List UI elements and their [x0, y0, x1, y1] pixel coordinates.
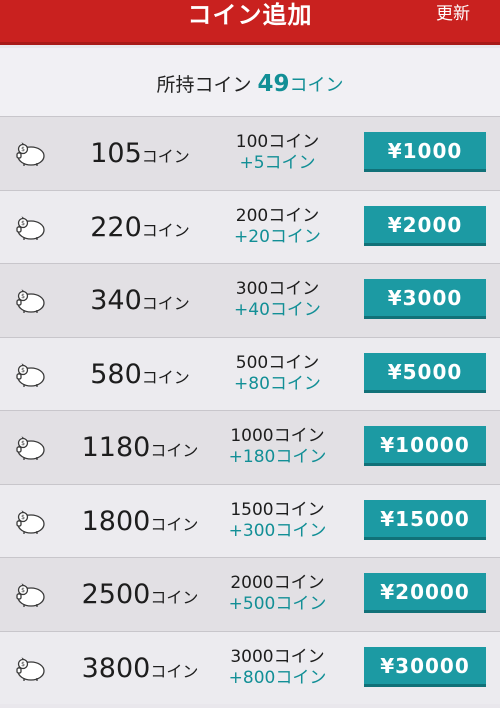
package-base: 500コイン — [235, 352, 320, 373]
svg-text:$: $ — [21, 367, 25, 374]
package-coin-unit: コイン — [150, 588, 199, 607]
package-coin-unit: コイン — [141, 220, 190, 240]
package-coins: 105コイン — [70, 117, 210, 190]
svg-text:$: $ — [21, 440, 25, 447]
package-coins: 1180コイン — [70, 411, 210, 484]
balance-unit: コイン — [289, 75, 344, 96]
piggy-bank-icon: $ — [12, 433, 48, 463]
package-base: 1500コイン — [230, 499, 325, 520]
buy-button[interactable]: ¥20000 — [364, 573, 486, 613]
piggy-bank-icon: $ — [12, 139, 48, 169]
package-breakdown: 1000コイン +180コイン — [205, 426, 350, 468]
package-row: $ 220コイン 200コイン +20コイン ¥2000 — [0, 189, 500, 264]
package-coin-count: 3800 — [81, 652, 151, 684]
buy-button[interactable]: ¥5000 — [364, 352, 486, 393]
package-coin-count: 1180 — [81, 432, 151, 463]
refresh-button[interactable]: 更新 — [436, 2, 470, 26]
package-row: $ 1180コイン 1000コイン +180コイン ¥10000 — [0, 410, 500, 484]
package-coin-unit: コイン — [141, 367, 190, 387]
buy-button[interactable]: ¥15000 — [364, 499, 486, 540]
piggy-bank-icon: $ — [12, 360, 48, 390]
buy-button[interactable]: ¥2000 — [364, 205, 486, 246]
coin-package-list: $ 105コイン 100コイン +5コイン ¥1000 $ 220コイン 200… — [0, 116, 500, 704]
buy-button[interactable]: ¥3000 — [364, 279, 486, 319]
package-bonus: +20コイン — [234, 226, 321, 247]
balance-amount: 49 — [257, 71, 290, 97]
package-row: $ 3800コイン 3000コイン +800コイン ¥30000 — [0, 630, 500, 705]
piggy-bank-icon: $ — [12, 213, 48, 243]
package-breakdown: 2000コイン +500コイン — [205, 573, 350, 615]
package-base: 300コイン — [235, 279, 320, 299]
coin-balance: 所持コイン 49コイン — [0, 48, 500, 116]
package-base: 2000コイン — [230, 573, 325, 593]
package-row: $ 2500コイン 2000コイン +500コイン ¥20000 — [0, 557, 500, 631]
package-breakdown: 1500コイン +300コイン — [205, 500, 350, 542]
package-base: 1000コイン — [230, 426, 325, 446]
buy-button[interactable]: ¥30000 — [364, 646, 486, 687]
package-breakdown: 200コイン +20コイン — [205, 206, 350, 248]
page-title: コイン追加 — [187, 1, 313, 29]
package-coins: 1800コイン — [70, 485, 210, 558]
package-row: $ 105コイン 100コイン +5コイン ¥1000 — [0, 116, 500, 190]
package-coin-count: 580 — [90, 358, 142, 390]
package-coins: 580コイン — [70, 338, 210, 411]
piggy-bank-icon: $ — [12, 654, 48, 684]
package-base: 100コイン — [235, 132, 320, 152]
app-header: コイン追加 更新 — [0, 0, 500, 45]
svg-text:$: $ — [21, 587, 25, 594]
package-bonus: +300コイン — [228, 520, 327, 541]
package-coins: 2500コイン — [70, 558, 210, 631]
package-coins: 340コイン — [70, 264, 210, 337]
package-coin-unit: コイン — [150, 661, 199, 681]
package-coin-count: 1800 — [81, 505, 151, 537]
package-bonus: +180コイン — [228, 447, 327, 467]
package-breakdown: 100コイン +5コイン — [205, 132, 350, 174]
package-bonus: +800コイン — [228, 667, 327, 688]
svg-text:$: $ — [21, 661, 25, 668]
buy-button[interactable]: ¥1000 — [364, 132, 486, 172]
svg-text:$: $ — [21, 293, 25, 300]
package-coin-unit: コイン — [141, 294, 190, 313]
package-coin-count: 220 — [90, 211, 142, 243]
svg-text:$: $ — [21, 146, 25, 153]
piggy-bank-icon: $ — [12, 286, 48, 316]
package-coin-count: 2500 — [81, 579, 151, 610]
package-coin-unit: コイン — [141, 147, 190, 166]
package-row: $ 580コイン 500コイン +80コイン ¥5000 — [0, 336, 500, 411]
package-base: 3000コイン — [230, 646, 325, 667]
package-bonus: +500コイン — [228, 594, 327, 614]
package-breakdown: 500コイン +80コイン — [205, 353, 350, 395]
package-coin-unit: コイン — [150, 514, 199, 534]
package-coins: 220コイン — [70, 191, 210, 264]
package-coin-count: 340 — [90, 285, 142, 316]
package-row: $ 1800コイン 1500コイン +300コイン ¥15000 — [0, 483, 500, 558]
piggy-bank-icon: $ — [12, 580, 48, 610]
buy-button[interactable]: ¥10000 — [364, 426, 486, 466]
svg-text:$: $ — [21, 220, 25, 227]
package-coins: 3800コイン — [70, 632, 210, 705]
package-bonus: +40コイン — [234, 300, 321, 320]
svg-text:$: $ — [21, 514, 25, 521]
piggy-bank-icon: $ — [12, 507, 48, 537]
package-bonus: +80コイン — [234, 373, 321, 394]
package-coin-unit: コイン — [150, 441, 199, 460]
package-base: 200コイン — [235, 205, 320, 226]
balance-label: 所持コイン — [156, 74, 252, 96]
package-bonus: +5コイン — [239, 153, 316, 173]
package-breakdown: 3000コイン +800コイン — [205, 647, 350, 689]
package-row: $ 340コイン 300コイン +40コイン ¥3000 — [0, 263, 500, 337]
package-breakdown: 300コイン +40コイン — [205, 279, 350, 321]
package-coin-count: 105 — [90, 138, 142, 169]
